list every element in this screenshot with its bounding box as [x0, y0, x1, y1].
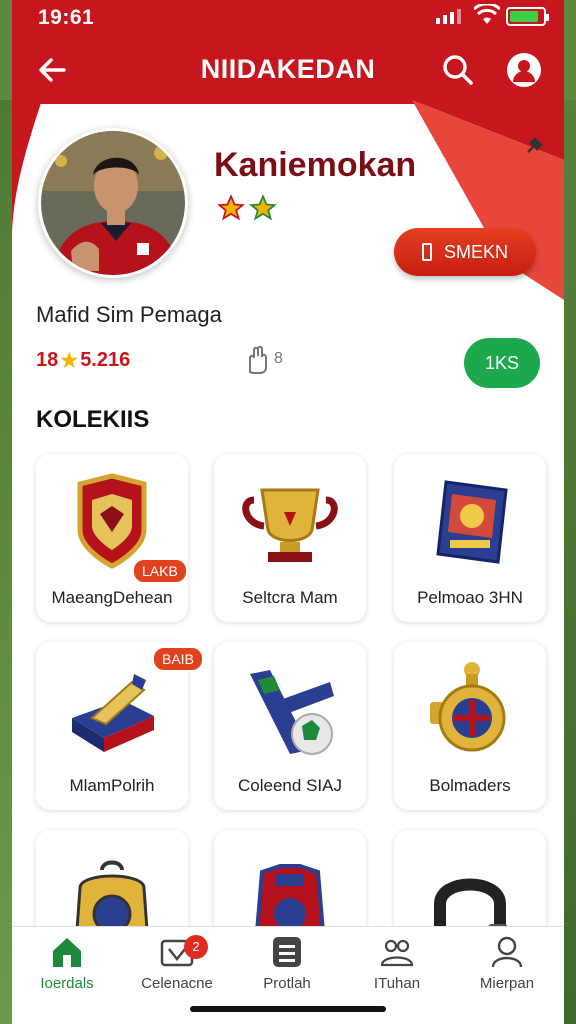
- battery-icon: [506, 7, 549, 26]
- rating-value: 5.216: [80, 349, 131, 371]
- nav-item-list[interactable]: Protlah: [232, 935, 342, 992]
- nav-item-inbox[interactable]: 2 Celenacne: [122, 935, 232, 992]
- star-rating: [216, 194, 278, 222]
- rating-count: 18: [36, 349, 59, 371]
- profile-icon[interactable]: [504, 50, 544, 90]
- header-bar: 19:61 NIIDAKEDAN: [12, 0, 564, 104]
- hand-icon: [249, 345, 267, 374]
- collection-card[interactable]: LAKB MaeangDehean: [36, 454, 188, 622]
- home-icon: [53, 938, 81, 967]
- card-label: Bolmaders: [429, 776, 511, 795]
- card-label: MlamPolrih: [69, 776, 155, 795]
- group-icon: [380, 939, 414, 967]
- notification-badge: 2: [184, 935, 208, 959]
- nav-label: Celenacne: [141, 975, 213, 992]
- nav-label: Mierpan: [479, 975, 535, 992]
- card-pack-icon: [436, 480, 508, 564]
- collection-card[interactable]: Coleend SIAJ: [214, 642, 366, 810]
- like-counter[interactable]: 8: [244, 342, 283, 376]
- collection-card[interactable]: BAIB MlamPolrih: [36, 642, 204, 810]
- signal-icon: [436, 8, 461, 24]
- star-icon: ★: [60, 350, 79, 372]
- star-icon: [217, 194, 245, 221]
- card-label: Seltcra Mam: [242, 588, 338, 607]
- search-icon[interactable]: [440, 52, 476, 88]
- collection-card[interactable]: Pelmoao 3HN: [394, 454, 546, 622]
- top-navbar: NIIDAKEDAN: [12, 46, 564, 94]
- pin-icon[interactable]: [524, 136, 544, 156]
- wifi-icon: [474, 4, 500, 24]
- nav-item-profile[interactable]: Mierpan: [452, 935, 562, 992]
- home-indicator: [190, 1006, 386, 1012]
- player-subtitle: Mafid Sim Pemaga: [36, 302, 222, 327]
- nav-label: ITuhan: [373, 975, 421, 992]
- action-green-label: 1KS: [484, 352, 520, 373]
- player-name: Kaniemokan: [214, 146, 417, 184]
- nav-item-home[interactable]: Ioerdals: [12, 935, 122, 992]
- nav-label: Ioerdals: [40, 975, 94, 992]
- background-right: [562, 100, 576, 1024]
- action-button-green[interactable]: 1KS: [464, 338, 540, 388]
- item-badge: BAIB: [152, 646, 204, 672]
- action-button-red[interactable]: SMEKN: [394, 228, 536, 276]
- collection-card[interactable]: Bolmaders: [394, 642, 546, 810]
- status-bar: 19:61: [12, 4, 564, 30]
- app-screen: 19:61 NIIDAKEDAN Kaniemokan SMEKN Mafid …: [12, 0, 564, 1024]
- collection-title: KOLEKIIS: [36, 406, 150, 433]
- nav-item-group[interactable]: ITuhan: [342, 935, 452, 992]
- card-label: Coleend SIAJ: [238, 776, 342, 795]
- card-label: Pelmoao 3HN: [417, 588, 523, 607]
- person-icon: [491, 936, 523, 968]
- star-icon: [249, 194, 277, 221]
- page-title: NIIDAKEDAN: [200, 54, 376, 84]
- item-badge: LAKB: [132, 558, 188, 584]
- like-count: 8: [274, 350, 283, 367]
- jersey-shield-icon: [77, 473, 147, 569]
- scarf-box-icon: [72, 674, 154, 752]
- document-icon: [421, 243, 432, 261]
- list-icon: [273, 937, 301, 967]
- trophy-cup-icon: [242, 488, 338, 562]
- rating-row: 18 ★ 5.216: [36, 348, 130, 373]
- player-avatar: [38, 128, 188, 278]
- scarf-ball-icon: [250, 670, 334, 755]
- status-time: 19:61: [38, 6, 95, 29]
- medal-icon: [430, 662, 506, 752]
- action-red-label: SMEKN: [443, 241, 508, 262]
- nav-label: Protlah: [263, 975, 311, 992]
- card-label: MaeangDehean: [51, 588, 173, 607]
- collection-card[interactable]: Seltcra Mam: [214, 454, 366, 622]
